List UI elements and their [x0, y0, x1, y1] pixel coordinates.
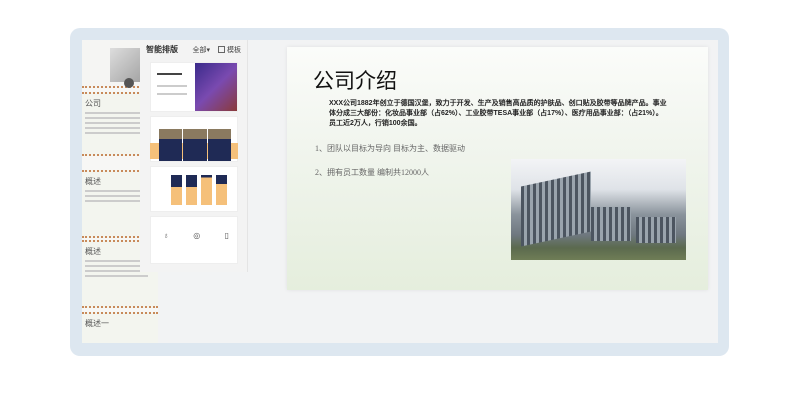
template-icon — [218, 46, 226, 54]
slide-thumbnail[interactable]: 概述一 — [82, 312, 158, 343]
layout-option[interactable] — [150, 62, 238, 112]
panel-title: 智能排版 — [146, 45, 178, 54]
layout-option[interactable] — [150, 166, 238, 212]
layout-option[interactable] — [150, 116, 238, 162]
chevron-down-icon: ▾ — [206, 46, 211, 54]
building-photo[interactable] — [511, 159, 686, 260]
smart-layout-panel: 智能排版 全部▾ 模板 ♁ ◎ ▯ — [140, 40, 248, 272]
slide-bullet[interactable]: 2、拥有员工数量 编制共12000人 — [315, 167, 429, 178]
editor-area: 公司 概述 概述 概述一 智能排版 全部▾ 模板 ♁ ◎ ▯ 公司介绍 XXX公… — [82, 40, 718, 343]
globe-icon: ◎ — [193, 231, 201, 240]
layout-option[interactable]: ♁ ◎ ▯ — [150, 216, 238, 264]
filter-dropdown[interactable]: 全部▾ — [193, 45, 211, 55]
slide-title[interactable]: 公司介绍 — [313, 65, 397, 95]
book-icon: ▯ — [224, 231, 229, 240]
slide-canvas[interactable]: 公司介绍 XXX公司1882年创立于德国汉堡，致力于开发、生产及销售高品质的护肤… — [287, 47, 708, 290]
template-button[interactable]: 模板 — [218, 45, 241, 55]
lightbulb-icon: ♁ — [163, 231, 169, 240]
slide-paragraph[interactable]: XXX公司1882年创立于德国汉堡，致力于开发、生产及销售高品质的护肤品、创口贴… — [329, 99, 669, 129]
slide-bullet[interactable]: 1、团队以目标为导向 目标为主、数据驱动 — [315, 143, 465, 154]
